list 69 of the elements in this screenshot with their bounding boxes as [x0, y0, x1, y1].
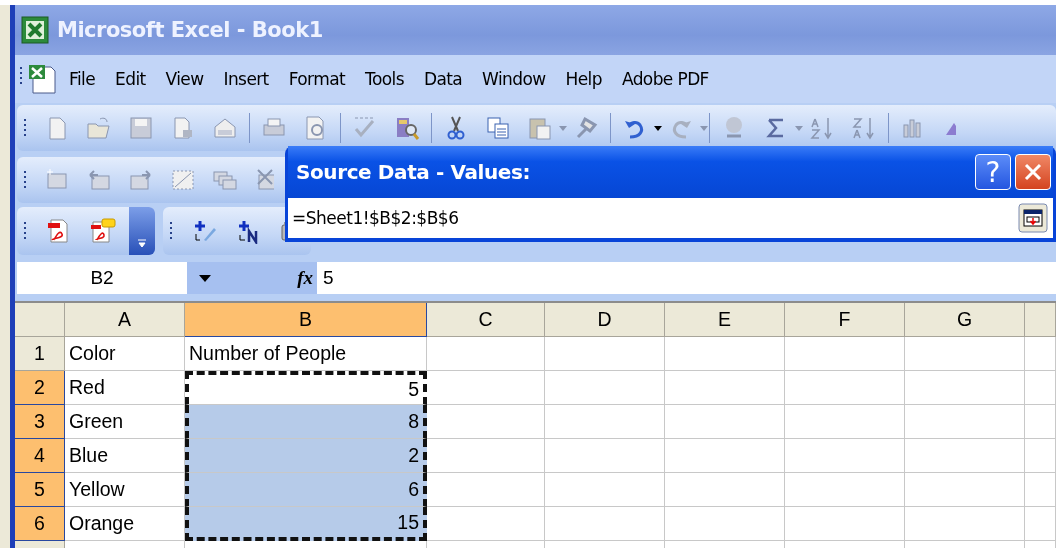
- copy-icon[interactable]: [485, 115, 511, 141]
- collapse-dialog-icon[interactable]: [1023, 209, 1043, 227]
- name-box[interactable]: B2: [17, 262, 187, 294]
- menu-item[interactable]: View: [155, 69, 214, 89]
- toolbar-grip-icon[interactable]: [23, 169, 27, 191]
- table-cell: [1025, 405, 1056, 439]
- dropdown-arrow-icon[interactable]: [197, 273, 212, 283]
- close-icon[interactable]: [1023, 162, 1043, 182]
- column-header[interactable]: E: [665, 303, 785, 337]
- menu-item[interactable]: Adobe PDF: [611, 69, 719, 89]
- menu-item[interactable]: Window: [472, 69, 556, 89]
- excel-logo-icon: [21, 16, 49, 44]
- table-cell: 15: [185, 507, 427, 541]
- column-header[interactable]: [1025, 303, 1056, 337]
- insert-function-button[interactable]: fx: [222, 262, 317, 294]
- table-cell: [1025, 371, 1056, 405]
- column-header[interactable]: A: [65, 303, 185, 337]
- toolbar-grip-icon[interactable]: [23, 220, 27, 242]
- paste-clipboard-icon[interactable]: [527, 115, 553, 141]
- table-cell: 2: [185, 439, 427, 473]
- select-all-corner[interactable]: [15, 303, 65, 337]
- select-objects-icon[interactable]: [192, 218, 218, 244]
- column-header[interactable]: G: [905, 303, 1025, 337]
- menu-item[interactable]: Help: [555, 69, 612, 89]
- previous-comment-icon[interactable]: [86, 167, 112, 193]
- next-comment-icon[interactable]: [128, 167, 154, 193]
- row-header[interactable]: 4: [15, 439, 65, 473]
- table-cell: Number of People: [185, 337, 427, 371]
- row-header[interactable]: 2: [15, 371, 65, 405]
- toolbar-options-icon[interactable]: [129, 207, 155, 255]
- table-cell: [1025, 473, 1056, 507]
- menu-item[interactable]: Insert: [213, 69, 279, 89]
- table-cell: [1025, 337, 1056, 371]
- sort-descending-icon[interactable]: [851, 115, 877, 141]
- workbook-icon[interactable]: [19, 63, 59, 95]
- row-header[interactable]: 3: [15, 405, 65, 439]
- toolbar-grip-icon[interactable]: [23, 117, 27, 139]
- table-cell: Red: [65, 371, 185, 405]
- menu-item[interactable]: Edit: [105, 69, 156, 89]
- menu-item[interactable]: File: [59, 69, 106, 89]
- row-header[interactable]: 6: [15, 507, 65, 541]
- table-cell: 8: [185, 405, 427, 439]
- row-header[interactable]: 5: [15, 473, 65, 507]
- table-cell: Color: [65, 337, 185, 371]
- column-header[interactable]: C: [427, 303, 545, 337]
- close-button[interactable]: [1015, 154, 1051, 190]
- research-book-icon[interactable]: [394, 115, 420, 141]
- column-header[interactable]: F: [785, 303, 905, 337]
- range-input-field[interactable]: =Sheet1!$B$2:$B$6: [288, 198, 1013, 238]
- open-folder-icon[interactable]: [86, 115, 112, 141]
- column-header[interactable]: B: [185, 303, 427, 337]
- table-cell: [1025, 507, 1056, 541]
- formula-field[interactable]: 5: [317, 262, 1056, 294]
- row-header[interactable]: 1: [15, 337, 65, 371]
- window-title: Microsoft Excel - Book1: [57, 18, 323, 42]
- name-box-dropdown-button[interactable]: [187, 262, 222, 294]
- pdf-comment-icon[interactable]: [90, 218, 116, 244]
- menu-item[interactable]: Tools: [355, 69, 414, 89]
- column-header[interactable]: D: [545, 303, 665, 337]
- sort-ascending-icon[interactable]: [809, 115, 835, 141]
- table-cell: 6: [185, 473, 427, 507]
- dialog-title: Source Data - Values:: [296, 160, 532, 184]
- menu-item[interactable]: Format: [278, 69, 355, 89]
- expand-dialog-button[interactable]: [1013, 198, 1053, 238]
- menu-item[interactable]: Data: [413, 69, 473, 89]
- toolbar-grip-icon[interactable]: [169, 220, 173, 242]
- delete-comment-icon[interactable]: [254, 167, 274, 193]
- help-button[interactable]: ?: [975, 154, 1011, 190]
- table-cell: [1025, 439, 1056, 473]
